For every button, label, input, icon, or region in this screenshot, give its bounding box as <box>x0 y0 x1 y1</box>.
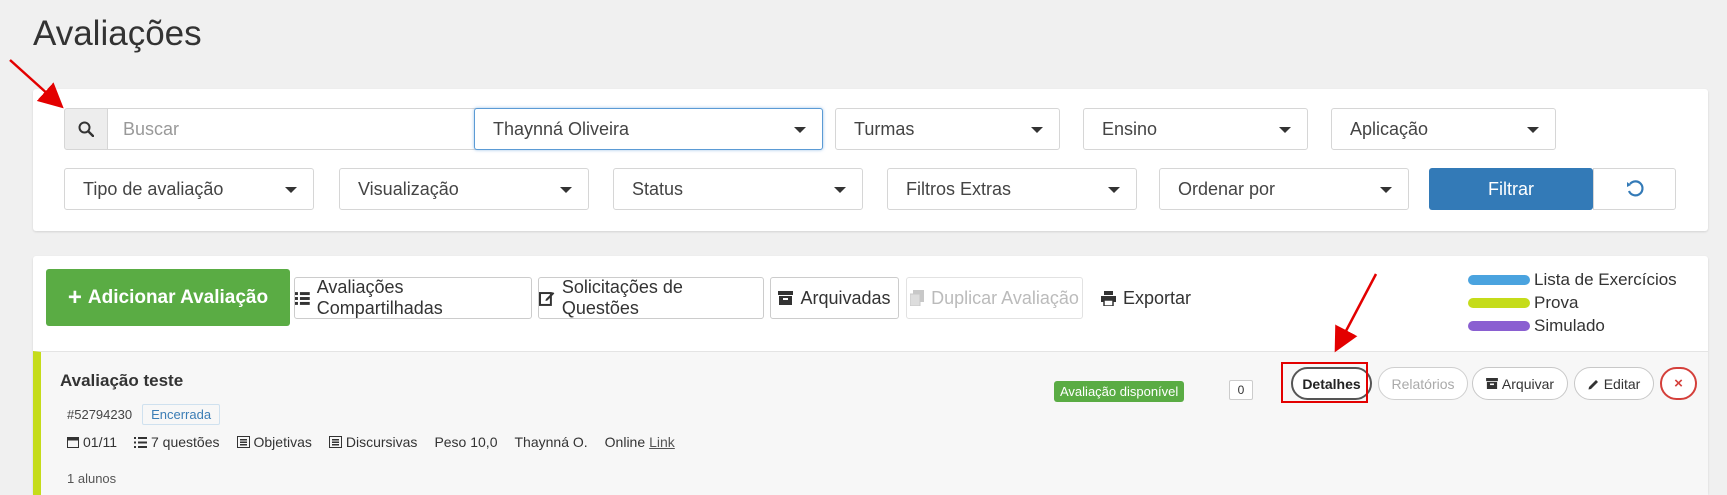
archive-icon <box>778 291 794 305</box>
print-icon <box>1100 290 1116 306</box>
calendar-icon <box>67 437 79 448</box>
undo-icon <box>1626 180 1644 197</box>
legend-label: Simulado <box>1534 315 1605 335</box>
objective-field: Objetivas <box>236 434 312 450</box>
ordenar-select[interactable]: Ordenar por <box>1159 168 1409 210</box>
copy-icon <box>910 290 925 306</box>
list-alt-icon <box>328 436 342 448</box>
list-panel: + Adicionar Avaliação Avaliações Compart… <box>33 256 1708 495</box>
duplicate-button[interactable]: Duplicar Avaliação <box>906 277 1083 319</box>
status-badge: Encerrada <box>142 404 221 425</box>
archive-icon <box>1486 378 1498 389</box>
edit-button[interactable]: Editar <box>1574 367 1654 400</box>
evaluation-details: 01/11 7 questões Objetivas Discursivas P… <box>67 434 675 450</box>
turmas-select[interactable]: Turmas <box>835 108 1060 150</box>
list-alt-icon <box>236 436 250 448</box>
chevron-down-icon <box>794 127 806 133</box>
chevron-down-icon <box>1279 127 1291 133</box>
chevron-down-icon <box>1380 187 1392 193</box>
questions-value: 7 questões <box>151 434 220 450</box>
weight-field: Peso 10,0 <box>434 434 498 450</box>
legend-swatch <box>1468 274 1530 285</box>
export-button[interactable]: Exportar <box>1091 277 1201 319</box>
shared-evaluations-label: Avaliações Compartilhadas <box>316 277 443 318</box>
students-count: 1 alunos <box>67 471 117 486</box>
status-select[interactable]: Status <box>613 168 863 210</box>
ordenar-label: Ordenar por <box>1178 178 1276 199</box>
objective-label: Objetivas <box>253 434 312 450</box>
question-requests-label: Solicitações de Questões <box>561 277 683 318</box>
filter-button[interactable]: Filtrar <box>1429 168 1593 210</box>
turmas-label: Turmas <box>854 118 915 139</box>
visualizacao-label: Visualização <box>358 178 459 199</box>
page-title: Avaliações <box>33 14 202 53</box>
ensino-label: Ensino <box>1102 118 1158 139</box>
evaluation-meta: #52794230 Encerrada <box>67 404 221 425</box>
date-field: 01/11 <box>67 434 117 450</box>
discursive-label: Discursivas <box>345 434 418 450</box>
chevron-down-icon <box>1031 127 1043 133</box>
archived-button[interactable]: Arquivadas <box>770 277 899 319</box>
reports-button[interactable]: Relatórios <box>1378 367 1468 400</box>
legend-label: Lista de Exercícios <box>1534 269 1677 289</box>
mode-field: Online <box>604 434 646 450</box>
evaluation-id: #52794230 <box>67 407 133 422</box>
search-addon <box>64 108 108 150</box>
archive-label: Arquivar <box>1501 375 1555 392</box>
list-icon <box>295 291 310 305</box>
author-field: Thaynná O. <box>514 434 588 450</box>
delete-button[interactable]: × <box>1660 367 1697 400</box>
extras-label: Filtros Extras <box>906 178 1012 199</box>
pencil-icon <box>1588 379 1598 389</box>
list-icon <box>134 436 147 448</box>
chevron-down-icon <box>1527 127 1539 133</box>
search-input[interactable]: Buscar <box>107 108 482 150</box>
legend-item: Lista de Exercícios <box>1468 268 1677 291</box>
online-link[interactable]: Link <box>649 434 675 450</box>
add-evaluation-label: Adicionar Avaliação <box>87 286 269 308</box>
reset-button[interactable] <box>1593 168 1676 210</box>
date-value: 01/11 <box>83 434 117 450</box>
add-evaluation-button[interactable]: + Adicionar Avaliação <box>46 269 290 326</box>
discursive-field: Discursivas <box>328 434 418 450</box>
close-icon: × <box>1674 375 1683 392</box>
annotation-highlight-box <box>1281 362 1368 403</box>
evaluation-item: Avaliação teste #52794230 Encerrada 01/1… <box>33 351 1708 495</box>
legend-swatch <box>1468 297 1530 308</box>
shared-evaluations-button[interactable]: Avaliações Compartilhadas <box>294 277 532 319</box>
aplicacao-select[interactable]: Aplicação <box>1331 108 1556 150</box>
legend: Lista de Exercícios Prova Simulado <box>1468 268 1677 337</box>
chevron-down-icon <box>834 187 846 193</box>
extras-select[interactable]: Filtros Extras <box>887 168 1137 210</box>
archived-label: Arquivadas <box>800 287 891 308</box>
filter-panel: Buscar Thaynná Oliveira Turmas Ensino Ap… <box>33 89 1708 231</box>
professor-select[interactable]: Thaynná Oliveira <box>474 108 823 150</box>
export-label: Exportar <box>1122 287 1192 308</box>
status-label: Status <box>632 178 684 199</box>
availability-badge: Avaliação disponível <box>1054 381 1185 402</box>
chevron-down-icon <box>560 187 572 193</box>
tipo-select[interactable]: Tipo de avaliação <box>64 168 314 210</box>
legend-item: Prova <box>1468 291 1677 314</box>
edit-label: Editar <box>1603 375 1641 392</box>
chevron-down-icon <box>1108 187 1120 193</box>
evaluation-title[interactable]: Avaliação teste <box>60 371 183 391</box>
professor-value: Thaynná Oliveira <box>493 118 630 139</box>
chevron-down-icon <box>285 187 297 193</box>
plus-icon: + <box>67 283 82 311</box>
archive-button[interactable]: Arquivar <box>1472 367 1568 400</box>
search-icon <box>78 121 94 137</box>
legend-item: Simulado <box>1468 314 1677 337</box>
questions-field: 7 questões <box>134 434 220 450</box>
legend-label: Prova <box>1534 292 1579 312</box>
legend-swatch <box>1468 320 1530 331</box>
aplicacao-label: Aplicação <box>1350 118 1429 139</box>
duplicate-label: Duplicar Avaliação <box>931 287 1079 308</box>
tipo-label: Tipo de avaliação <box>83 178 224 199</box>
edit-square-icon <box>539 292 555 306</box>
visualizacao-select[interactable]: Visualização <box>339 168 589 210</box>
ensino-select[interactable]: Ensino <box>1083 108 1308 150</box>
question-requests-button[interactable]: Solicitações de Questões <box>538 277 764 319</box>
count-badge: 0 <box>1229 380 1253 400</box>
